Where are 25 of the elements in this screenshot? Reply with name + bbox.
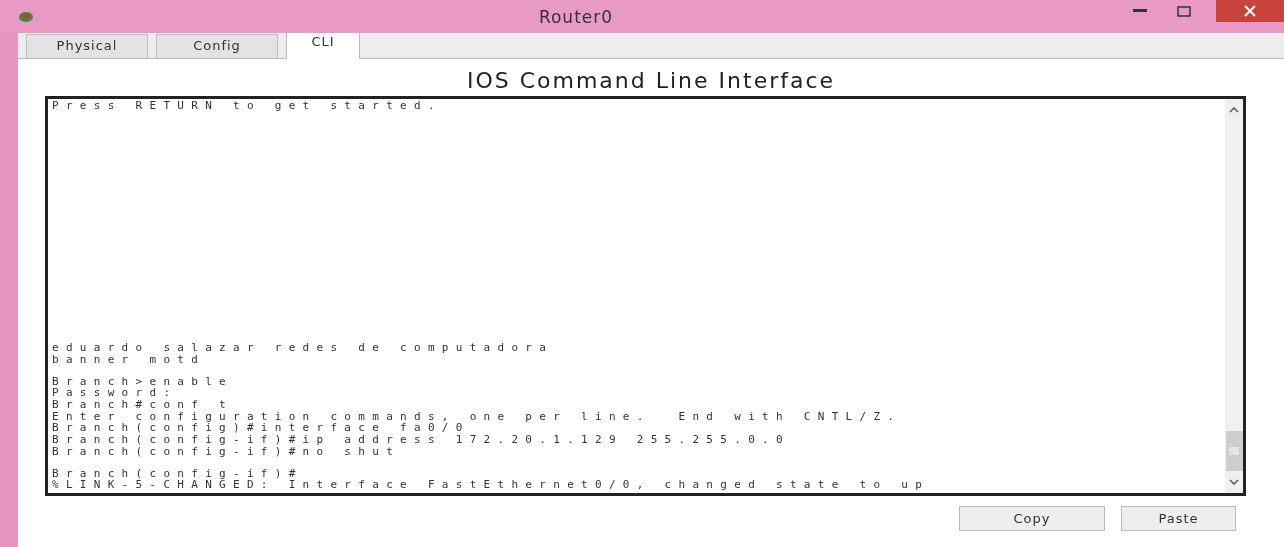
terminal-line: Branch>enable	[52, 375, 234, 388]
scrollbar-thumb[interactable]	[1225, 431, 1243, 471]
terminal-line: Branch#conf t	[52, 399, 234, 411]
terminal-line: %LINK-5-CHANGED: Interface FastEthernet0/0, changed state to up	[52, 479, 931, 491]
terminal-line: Enter configuration commands, one per line. End with CNTL/Z.	[52, 410, 903, 423]
tab[interactable]: Physical	[26, 34, 148, 58]
router-icon	[18, 9, 34, 24]
terminal-line: Press RETURN to get started.	[52, 100, 443, 112]
window-title: Router0	[537, 6, 615, 27]
terminal-line: Branch(config-if)#no shut	[52, 445, 402, 458]
close-button[interactable]	[1216, 0, 1284, 22]
minimize-icon	[1133, 9, 1147, 13]
terminal-line: Password:	[52, 387, 179, 400]
paste-button[interactable]: Paste	[1121, 506, 1236, 531]
heading: IOS Command Line Interface	[465, 68, 837, 94]
terminal-line: Branch(config)#interface fa0/0	[52, 422, 471, 435]
terminal-line: Branch(config-if)#ip address 172.20.1.129 255.255.0.0	[52, 434, 791, 446]
tab[interactable]: Config	[156, 34, 278, 58]
maximize-icon	[1177, 5, 1191, 17]
copy-button[interactable]: Copy	[959, 506, 1105, 531]
terminal-line: banner motd	[52, 353, 207, 366]
scrollbar[interactable]	[1225, 99, 1243, 493]
close-icon	[1244, 5, 1256, 17]
terminal-line: eduardo salazar redes de computadora	[52, 342, 555, 354]
terminal-line: Branch(config-if)#	[52, 467, 304, 480]
